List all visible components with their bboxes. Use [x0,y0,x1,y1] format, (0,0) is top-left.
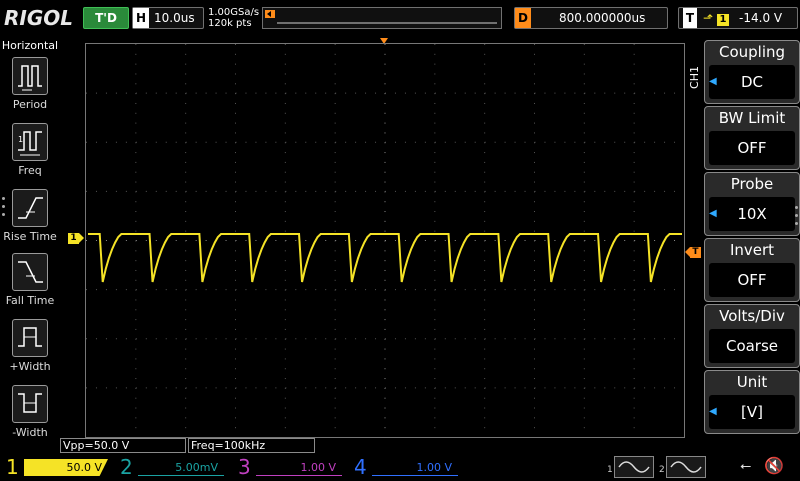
delay-value: 800.000000us [559,11,646,25]
neg-width-icon [12,385,48,423]
softkey-title: Invert [729,241,775,259]
trigger-level: -14.0 V [739,11,783,25]
ch1-waveform [88,233,682,283]
top-status-bar: RIGOL T'D H 10.0us 1.00GSa/s 120k pts D 80… [0,0,800,36]
softkey-title: Probe [730,175,774,193]
trigger-box[interactable]: T ⬏ 1 -14.0 V [678,7,798,29]
measure-period[interactable]: Period [0,57,60,111]
ch3-tab[interactable]: 3 1.00 V [234,454,344,480]
timebase-value: 10.0us [154,11,195,25]
waveform-display[interactable] [85,43,685,438]
trigger-level-marker[interactable]: T [690,247,701,258]
channel-number: 3 [238,455,251,479]
ch1-tab[interactable]: 1 50.0 V [0,454,110,480]
invert-softkey[interactable]: Invert OFF [704,238,800,302]
memory-overview-waveform [265,10,497,24]
channel-number: 2 [120,455,133,479]
select-arrow-icon: ◀ [709,76,717,87]
ch4-scale: 1.00 V [372,459,458,476]
sample-rate: 1.00GSa/s [208,7,260,18]
softkey-title: Unit [736,373,768,391]
generator2-button[interactable]: 2 [659,456,706,478]
period-icon [12,57,48,95]
ch1-offset-arrow [79,233,84,243]
menu-title: Horizontal [1,39,59,52]
channel-number: 1 [6,455,19,479]
ch1-trace [88,233,682,283]
channel-number: 4 [354,455,367,479]
select-arrow-icon: ◀ [709,208,717,219]
measure-label: Freq [18,164,42,177]
memory-depth: 120k pts [208,18,252,29]
measure-label: -Width [12,426,48,439]
volts-div-softkey[interactable]: Volts/Div Coarse [704,304,800,368]
channel-menu: Coupling DC ◀ BW Limit OFF Probe 10X ◀ I… [704,40,800,435]
measure-label: Rise Time [3,230,57,243]
generator-number: 2 [659,465,665,475]
softkey-title: BW Limit [718,109,786,127]
softkey-title: Volts/Div [719,307,785,325]
softkey-value: OFF [709,263,795,297]
ch3-scale: 1.00 V [256,459,342,476]
measure-freq[interactable]: 1 Freq [0,123,60,177]
trigger-label: T [683,8,697,28]
ch4-tab[interactable]: 4 1.00 V [350,454,460,480]
freq-icon: 1 [12,123,48,161]
generator1-button[interactable]: 1 [607,456,654,478]
horizontal-measure-menu: Horizontal Period 1 Freq Rise Time Fall … [0,37,60,439]
trigger-source: 1 [717,14,730,26]
rise-time-icon [12,189,48,227]
sample-info: 1.00GSa/s 120k pts [208,7,259,29]
sine-wave-icon [618,461,650,473]
page-dots [795,206,799,230]
measure-pos-width[interactable]: +Width [0,319,60,373]
pos-width-icon [12,319,48,357]
usb-icon: ⭠ [740,458,752,474]
horizontal-label: H [133,8,149,28]
sine-wave-icon [670,461,702,473]
delay-label: D [515,8,531,28]
measure-label: +Width [9,360,51,373]
freq-measurement[interactable]: Freq=100kHz [188,438,315,453]
ch2-scale: 5.00mV [138,459,224,476]
probe-softkey[interactable]: Probe 10X ◀ [704,172,800,236]
svg-text:1: 1 [18,135,23,144]
trigger-level-arrow [685,247,690,257]
ch1-scale: 50.0 V [24,459,108,476]
measure-label: Period [12,98,48,111]
vpp-measurement[interactable]: Vpp=50.0 V [60,438,186,453]
coupling-softkey[interactable]: Coupling DC ◀ [704,40,800,104]
measure-fall-time[interactable]: Fall Time [0,253,60,307]
unit-softkey[interactable]: Unit [V] ◀ [704,370,800,434]
measure-neg-width[interactable]: -Width [0,385,60,439]
softkey-value: Coarse [709,329,795,363]
softkey-title: Coupling [718,43,786,61]
brand-logo: RIGOL [4,6,74,30]
softkey-value: DC [709,65,795,99]
fall-time-icon [12,253,48,291]
measure-label: Fall Time [5,294,55,307]
bw-limit-softkey[interactable]: BW Limit OFF [704,106,800,170]
speaker-muted-icon[interactable]: 🔇 [764,456,784,475]
softkey-value: [V] [709,395,795,429]
generator-number: 1 [607,465,613,475]
ch2-tab[interactable]: 2 5.00mV [116,454,226,480]
falling-edge-icon: ⬏ [703,11,714,25]
delay-box[interactable]: D 800.000000us [514,7,668,29]
channel-status-bar: 1 50.0 V 2 5.00mV 3 1.00 V 4 1.00 V 1 2 … [0,454,800,480]
softkey-value: 10X [709,197,795,231]
trigger-status-badge[interactable]: T'D [83,7,129,29]
measure-rise-time[interactable]: Rise Time [0,189,60,243]
ch1-offset-marker[interactable]: 1 [68,233,79,244]
softkey-value: OFF [709,131,795,165]
timebase-box[interactable]: H 10.0us [132,7,204,29]
select-arrow-icon: ◀ [709,406,717,417]
channel-label: CH1 [688,66,701,89]
memory-overview-bar[interactable] [262,7,502,29]
